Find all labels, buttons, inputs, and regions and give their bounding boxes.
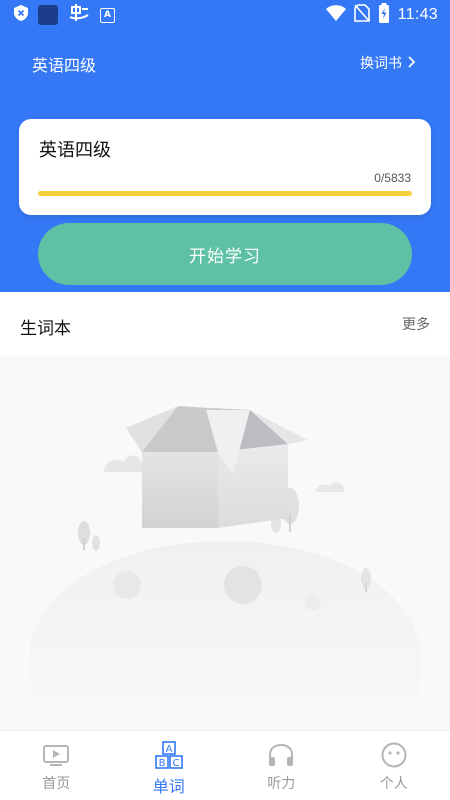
vocab-book-header: 生词本 更多 xyxy=(0,292,450,356)
chevron-right-icon xyxy=(408,56,416,70)
book-name: 英语四级 xyxy=(39,140,111,161)
vocab-empty-state xyxy=(0,356,450,730)
no-sim-icon xyxy=(353,4,370,26)
empty-box-illustration xyxy=(30,406,420,730)
nav-label-listening: 听力 xyxy=(267,776,296,792)
abc-blocks-icon: A B C xyxy=(154,741,184,769)
nav-item-listening[interactable]: 听力 xyxy=(225,731,338,800)
shield-x-icon xyxy=(14,5,28,25)
face-icon xyxy=(379,741,409,769)
nav-item-home[interactable]: 首页 xyxy=(0,731,113,800)
svg-text:C: C xyxy=(172,758,179,769)
nav-item-words[interactable]: A B C 单词 xyxy=(113,731,226,800)
nav-label-words: 单词 xyxy=(152,777,185,796)
book-card[interactable]: 英语四级 0/5833 xyxy=(19,119,431,215)
progress-bar xyxy=(38,191,412,196)
svg-text:A: A xyxy=(165,744,172,755)
status-right: 11:43 xyxy=(325,3,438,27)
more-button[interactable]: 更多 xyxy=(402,314,430,334)
status-time: 11:43 xyxy=(397,6,438,23)
switch-book-label: 换词书 xyxy=(360,56,402,72)
nav-label-home: 首页 xyxy=(42,776,71,792)
nav-item-profile[interactable]: 个人 xyxy=(338,731,450,800)
a-box-icon: A xyxy=(100,7,115,23)
app-square-icon xyxy=(38,5,58,25)
battery-charging-icon xyxy=(378,3,390,27)
bottom-nav: 首页 A B C 单词 听力 个人 xyxy=(0,730,450,800)
wifi-icon xyxy=(325,5,346,25)
bug-icon xyxy=(68,3,90,28)
headphones-icon xyxy=(266,741,296,769)
book-progress-text: 0/5833 xyxy=(374,171,411,185)
svg-text:B: B xyxy=(158,758,165,769)
nav-label-profile: 个人 xyxy=(379,776,408,792)
status-bar: A 11:43 xyxy=(0,0,450,30)
page-title: 英语四级 xyxy=(32,56,97,75)
switch-book-button[interactable]: 换词书 xyxy=(360,53,416,73)
start-learning-button[interactable]: 开始学习 xyxy=(38,223,412,285)
vocab-book-title: 生词本 xyxy=(20,319,71,339)
status-left: A xyxy=(14,3,115,28)
play-screen-icon xyxy=(41,741,71,769)
